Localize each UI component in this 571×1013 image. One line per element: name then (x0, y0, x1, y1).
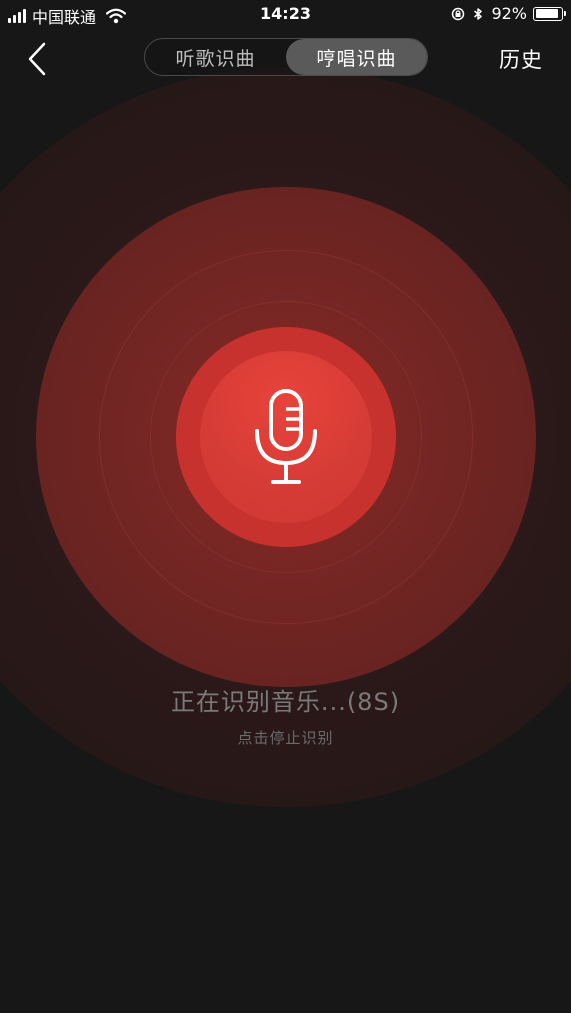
history-button[interactable]: 历史 (499, 44, 543, 74)
back-button[interactable] (22, 40, 56, 80)
battery-fill (535, 9, 558, 18)
screen: 中国联通 14:23 92% 听歌识曲 哼唱识曲 历史 正在识别音乐...(8S… (0, 0, 571, 1013)
mode-segmented-control: 听歌识曲 哼唱识曲 (144, 38, 428, 76)
battery-percent: 92% (491, 4, 527, 23)
status-right: 92% (451, 4, 566, 23)
ripple-rings (0, 0, 571, 1013)
rotation-lock-icon (452, 7, 465, 20)
stop-hint[interactable]: 点击停止识别 (0, 727, 571, 748)
microphone-icon (255, 389, 317, 484)
microphone-button[interactable] (200, 351, 372, 523)
chevron-left-icon (28, 42, 46, 76)
status-bar: 中国联通 14:23 92% (0, 0, 571, 30)
nav-bar: 听歌识曲 哼唱识曲 历史 (0, 30, 571, 90)
recognition-status: 正在识别音乐...(8S) (170, 688, 401, 716)
tab-hum-recognize[interactable]: 哼唱识曲 (286, 39, 427, 75)
bluetooth-icon (474, 7, 483, 20)
tab-listen-recognize[interactable]: 听歌识曲 (145, 39, 286, 75)
battery-icon (533, 6, 566, 21)
